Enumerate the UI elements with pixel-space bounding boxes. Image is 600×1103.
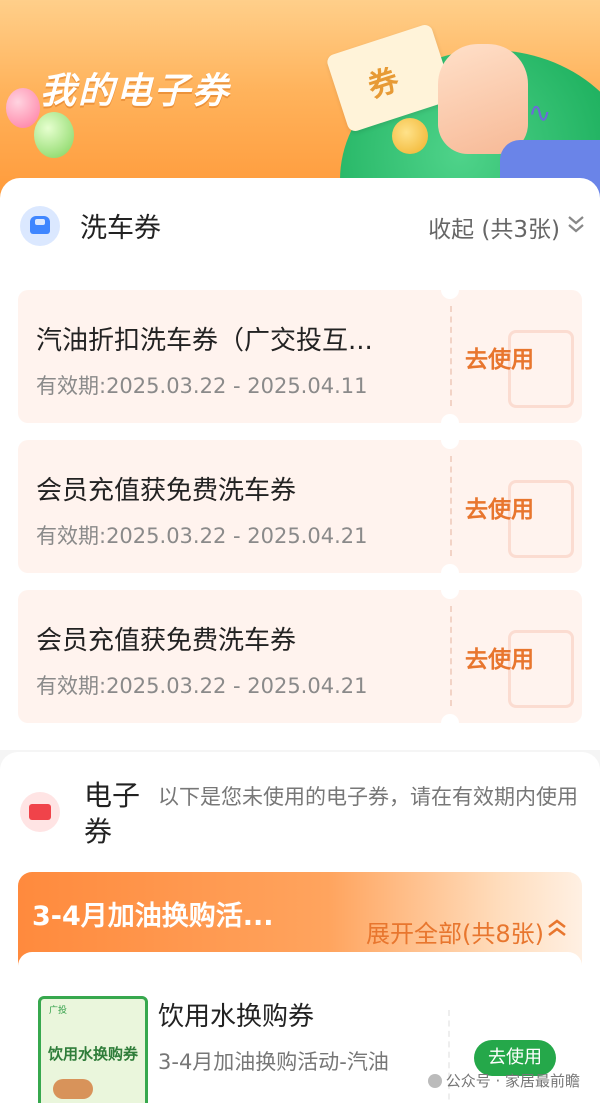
watermark: 公众号 · 家居最前瞻 [427, 1070, 580, 1091]
coupon-notch [441, 714, 459, 732]
coupon-info: 会员充值获免费洗车券 有效期:2025.03.22 - 2025.04.21 [18, 590, 448, 723]
coupon-name: 会员充值获免费洗车券 [36, 476, 297, 506]
coupon-thumbnail: 广投 饮用水换购券 [38, 996, 148, 1103]
thumbnail-text: 饮用水换购券 [47, 1045, 138, 1063]
e-coupon-description: 以下是您未使用的电子券，请在有效期内使用 [158, 785, 578, 809]
car-icon [20, 206, 60, 246]
e-coupon-title: 电子券 [84, 779, 141, 848]
coupon-validity: 有效期:2025.03.22 - 2025.04.21 [36, 674, 368, 698]
e-coupon-section: 电子券 以下是您未使用的电子券，请在有效期内使用 3-4月加油换购活... 展开… [0, 752, 600, 1103]
coupon-validity: 有效期:2025.03.22 - 2025.04.21 [36, 524, 368, 548]
coupon-name: 饮用水换购券 [158, 1002, 315, 1032]
coupon-notch [441, 564, 459, 582]
balloon-icon [6, 88, 40, 128]
balloon-icon [34, 112, 74, 158]
coupon-divider [450, 306, 452, 406]
coupon-card[interactable]: 会员充值获免费洗车券 有效期:2025.03.22 - 2025.04.21 去… [18, 431, 582, 582]
coupon-notch [441, 281, 459, 299]
coupon-card[interactable]: 会员充值获免费洗车券 有效期:2025.03.22 - 2025.04.21 去… [18, 581, 582, 732]
coupon-notch [441, 581, 459, 599]
chevron-double-down-icon[interactable] [566, 212, 586, 236]
expand-all-button[interactable]: 展开全部(共8张) [366, 914, 544, 949]
collapse-button[interactable]: 收起 (共3张) [428, 210, 560, 244]
page-title: 我的电子券 [40, 71, 231, 112]
use-coupon-button[interactable]: 去使用 [465, 490, 534, 524]
coupon-notch [441, 414, 459, 432]
header-banner: 我的电子券 券 ∿ [0, 0, 600, 200]
coupon-divider [450, 456, 452, 556]
coupon-info: 会员充值获免费洗车券 有效期:2025.03.22 - 2025.04.21 [18, 440, 448, 573]
coupon-name: 汽油折扣洗车券（广交投互... [36, 326, 373, 356]
chevron-double-up-icon[interactable] [546, 916, 568, 940]
food-illustration-icon [53, 1079, 93, 1099]
wechat-icon [427, 1074, 442, 1088]
use-coupon-button[interactable]: 去使用 [465, 340, 534, 374]
coupon-notch [441, 431, 459, 449]
coupon-info: 汽油折扣洗车券（广交投互... 有效期:2025.03.22 - 2025.04… [18, 290, 448, 423]
watermark-text: 公众号 · 家居最前瞻 [445, 1072, 580, 1090]
car-wash-header: 洗车券 收起 (共3张) [0, 178, 600, 274]
coupon-card[interactable]: 汽油折扣洗车券（广交投互... 有效期:2025.03.22 - 2025.04… [18, 281, 582, 432]
ticket-icon [20, 792, 60, 832]
hand-illustration-icon [438, 44, 528, 154]
car-wash-section: 洗车券 收起 (共3张) 汽油折扣洗车券（广交投互... 有效期:2025.03… [0, 178, 600, 750]
squiggle-decoration-icon: ∿ [528, 96, 552, 129]
promo-group-card: 3-4月加油换购活... 展开全部(共8张) 广投 饮用水换购券 饮用水换购券 … [18, 872, 582, 1103]
coupon-divider [450, 606, 452, 706]
coupon-name: 会员充值获免费洗车券 [36, 626, 297, 656]
use-coupon-button[interactable]: 去使用 [465, 640, 534, 674]
car-wash-title: 洗车券 [80, 213, 161, 244]
promo-group-title: 3-4月加油换购活... [32, 901, 274, 932]
coupon-validity: 有效期:2025.03.22 - 2025.04.11 [36, 374, 368, 398]
coupon-subtitle: 3-4月加油换购活动-汽油 [158, 1050, 389, 1074]
thumbnail-brand: 广投 [49, 1006, 68, 1016]
ticket-glyph: 券 [363, 62, 404, 106]
coin-icon [392, 118, 428, 154]
